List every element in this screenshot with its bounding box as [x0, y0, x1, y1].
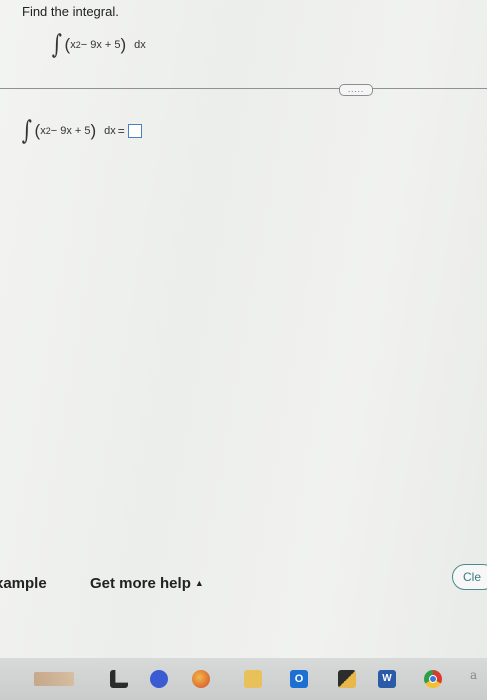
- integral-sign: ∫: [51, 30, 62, 60]
- chrome-icon[interactable]: [424, 670, 442, 688]
- clear-all-button[interactable]: Cle: [452, 564, 487, 590]
- close-paren: ): [90, 121, 97, 140]
- answer-integral: ∫ ( x2 − 9x + 5 ) dx =: [20, 118, 142, 144]
- expand-more-button[interactable]: .....: [339, 84, 373, 96]
- word-icon[interactable]: W: [378, 670, 396, 688]
- file-explorer-icon[interactable]: [110, 670, 128, 688]
- folder-icon[interactable]: [244, 670, 262, 688]
- store-icon[interactable]: [338, 670, 356, 688]
- get-more-help-label: Get more help: [90, 575, 191, 592]
- differential: dx: [104, 125, 116, 137]
- question-prompt: Find the integral.: [22, 4, 119, 19]
- integrand-rest: − 9x + 5: [80, 39, 121, 51]
- answer-input[interactable]: [127, 124, 142, 138]
- get-more-help-button[interactable]: Get more help ▲: [90, 575, 204, 592]
- bottom-toolbar: xample Get more help ▲ Cle: [0, 564, 487, 604]
- edge-letter-icon[interactable]: a: [470, 668, 477, 682]
- view-example-link[interactable]: xample: [0, 575, 47, 592]
- homework-screen: Find the integral. ∫ ( x2 − 9x + 5 ) dx …: [0, 0, 487, 658]
- section-divider: [0, 88, 487, 89]
- equals-sign: =: [117, 124, 125, 138]
- outlook-icon[interactable]: O: [290, 670, 308, 688]
- widgets-icon[interactable]: [34, 672, 74, 686]
- browser-icon[interactable]: [192, 670, 210, 688]
- taskbar: O W a: [0, 658, 487, 700]
- chat-icon[interactable]: [150, 670, 168, 688]
- caret-up-icon: ▲: [194, 578, 204, 588]
- differential: dx: [134, 39, 146, 51]
- close-paren: ): [120, 35, 127, 54]
- integral-sign: ∫: [21, 116, 32, 146]
- question-integral: ∫ ( x2 − 9x + 5 ) dx: [50, 32, 146, 58]
- integrand-rest: − 9x + 5: [50, 125, 91, 137]
